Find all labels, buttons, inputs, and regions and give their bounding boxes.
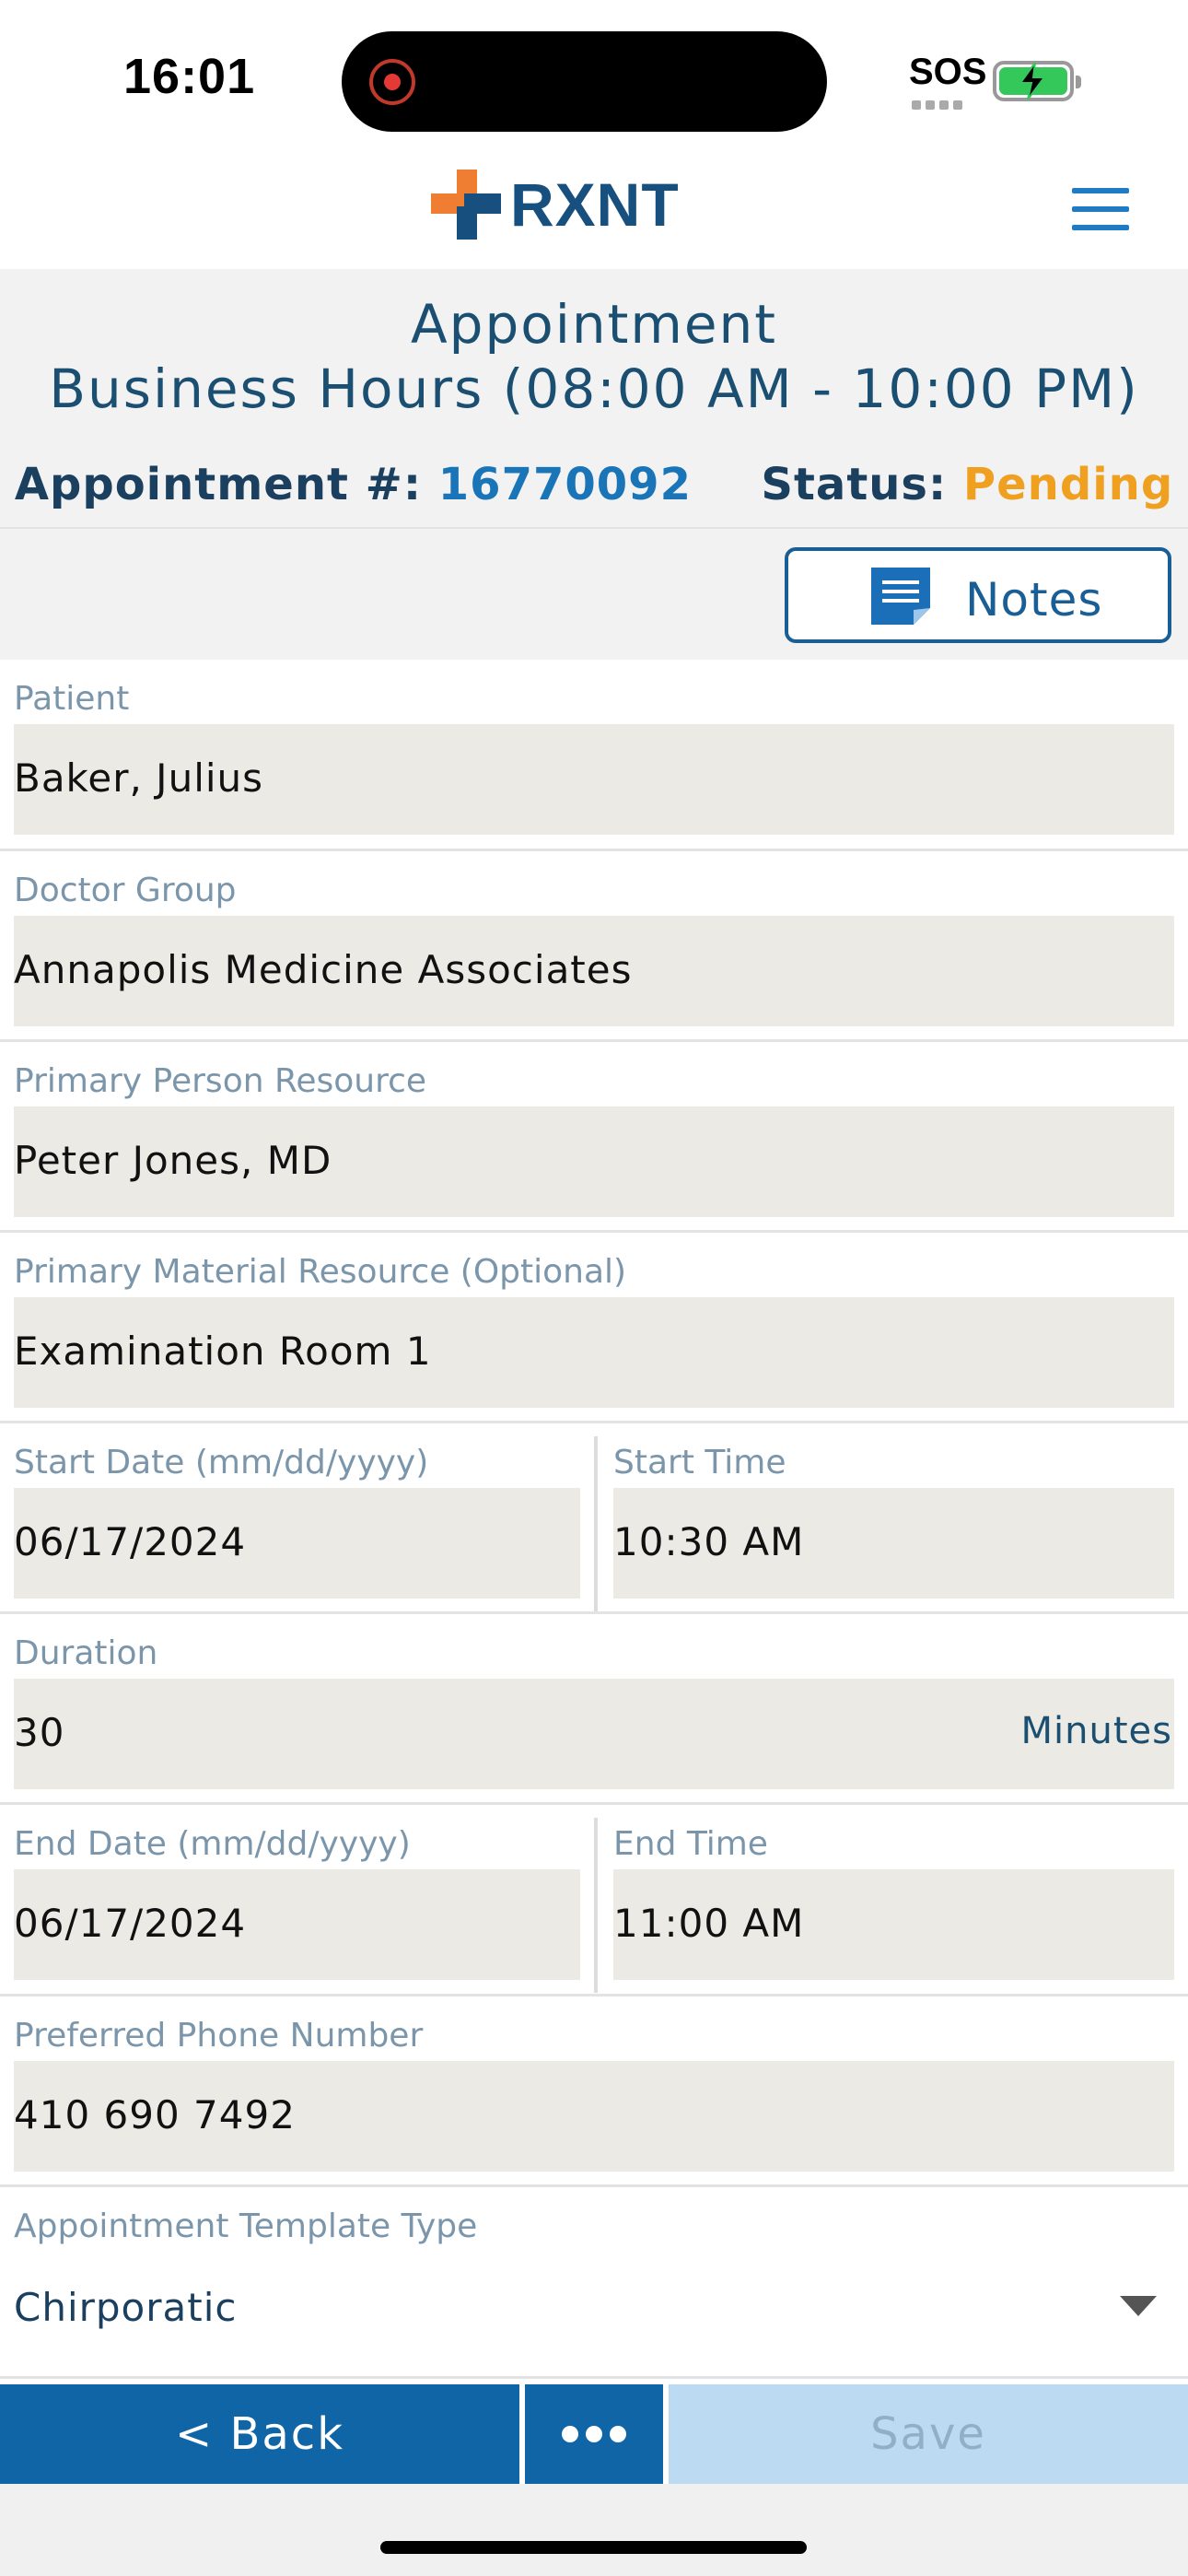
rxnt-logo: RXNT [431, 168, 680, 241]
end-date-time-row: End Date (mm/dd/yyyy) 06/17/2024 End Tim… [0, 1805, 1188, 1996]
start-date-input[interactable]: 06/17/2024 [14, 1488, 580, 1598]
notes-button[interactable]: Notes [785, 547, 1171, 643]
signal-dots-icon [912, 96, 971, 110]
page-title: Appointment [410, 293, 778, 356]
status-label: Status: [761, 459, 948, 510]
appointment-info: Appointment #: 16770092 Status: Pending [0, 459, 1188, 510]
save-button[interactable]: Save [669, 2384, 1188, 2484]
primary-material-resource-field: Primary Material Resource (Optional) Exa… [0, 1233, 1188, 1423]
patient-label: Patient [14, 680, 130, 718]
appointment-number-label: Appointment #: [14, 459, 423, 510]
recording-indicator-icon [369, 59, 415, 105]
start-date-time-row: Start Date (mm/dd/yyyy) 06/17/2024 Start… [0, 1423, 1188, 1614]
primary-material-resource-input[interactable]: Examination Room 1 [14, 1297, 1174, 1408]
template-type-field[interactable]: Appointment Template Type Chirporatic [0, 2187, 1188, 2379]
patient-value: Baker, Julius [14, 755, 264, 801]
end-date-value: 06/17/2024 [14, 1901, 247, 1946]
doctor-group-value: Annapolis Medicine Associates [14, 947, 633, 992]
notes-button-label: Notes [965, 573, 1103, 626]
notes-row: Notes [0, 529, 1188, 660]
dynamic-island [342, 31, 827, 132]
duration-field: Duration 30 Minutes [0, 1614, 1188, 1805]
patient-input[interactable]: Baker, Julius [14, 724, 1174, 835]
doctor-group-field: Doctor Group Annapolis Medicine Associat… [0, 851, 1188, 1042]
app-header: RXNT [0, 157, 1188, 269]
template-type-select[interactable]: Chirporatic [14, 2285, 237, 2330]
more-dots-icon[interactable] [525, 2384, 663, 2484]
notes-icon [871, 568, 930, 625]
charging-bolt-icon [1019, 62, 1046, 100]
duration-unit: Minutes [1020, 1710, 1172, 1752]
status-time: 16:01 [123, 49, 256, 104]
chevron-down-icon[interactable] [1120, 2296, 1157, 2316]
logo-cross-icon [431, 170, 501, 240]
status-bar: 16:01 SOS [0, 0, 1188, 157]
back-button[interactable]: < Back [0, 2384, 519, 2484]
primary-person-resource-input[interactable]: Peter Jones, MD [14, 1107, 1174, 1217]
preferred-phone-value: 410 690 7492 [14, 2092, 296, 2137]
start-date-value: 06/17/2024 [14, 1519, 247, 1564]
bottom-safe-area [0, 2484, 1188, 2576]
end-date-label: End Date (mm/dd/yyyy) [14, 1825, 411, 1863]
duration-input[interactable]: 30 Minutes [14, 1679, 1174, 1789]
end-time-input[interactable]: 11:00 AM [613, 1869, 1174, 1980]
preferred-phone-field: Preferred Phone Number 410 690 7492 [0, 1996, 1188, 2187]
primary-person-resource-field: Primary Person Resource Peter Jones, MD [0, 1042, 1188, 1233]
appointment-header: Appointment Business Hours (08:00 AM - 1… [0, 269, 1188, 529]
column-divider [594, 1436, 598, 1611]
template-type-label: Appointment Template Type [14, 2207, 478, 2245]
business-hours: Business Hours (08:00 AM - 10:00 PM) [49, 357, 1139, 420]
action-bar: < Back Save [0, 2384, 1188, 2484]
primary-material-resource-label: Primary Material Resource (Optional) [14, 1253, 627, 1291]
logo-text: RXNT [510, 170, 680, 239]
home-indicator[interactable] [380, 2541, 807, 2554]
primary-person-resource-value: Peter Jones, MD [14, 1138, 332, 1183]
start-time-value: 10:30 AM [613, 1519, 805, 1564]
primary-person-resource-label: Primary Person Resource [14, 1062, 427, 1100]
preferred-phone-input[interactable]: 410 690 7492 [14, 2061, 1174, 2172]
start-time-label: Start Time [613, 1444, 786, 1481]
hamburger-menu-icon[interactable] [1072, 188, 1129, 230]
status-badge: Pending [962, 459, 1174, 510]
end-date-input[interactable]: 06/17/2024 [14, 1869, 580, 1980]
start-date-label: Start Date (mm/dd/yyyy) [14, 1444, 429, 1481]
primary-material-resource-value: Examination Room 1 [14, 1329, 432, 1374]
start-time-input[interactable]: 10:30 AM [613, 1488, 1174, 1598]
doctor-group-input[interactable]: Annapolis Medicine Associates [14, 916, 1174, 1026]
sos-indicator: SOS [909, 52, 987, 92]
doctor-group-label: Doctor Group [14, 872, 237, 909]
column-divider [594, 1818, 598, 1993]
preferred-phone-label: Preferred Phone Number [14, 2017, 424, 2055]
end-time-label: End Time [613, 1825, 768, 1863]
duration-label: Duration [14, 1634, 158, 1672]
patient-field: Patient Baker, Julius [0, 660, 1188, 851]
end-time-value: 11:00 AM [613, 1901, 805, 1946]
duration-value: 30 [14, 1710, 65, 1755]
appointment-number: 16770092 [437, 459, 692, 510]
battery-icon [993, 61, 1081, 101]
